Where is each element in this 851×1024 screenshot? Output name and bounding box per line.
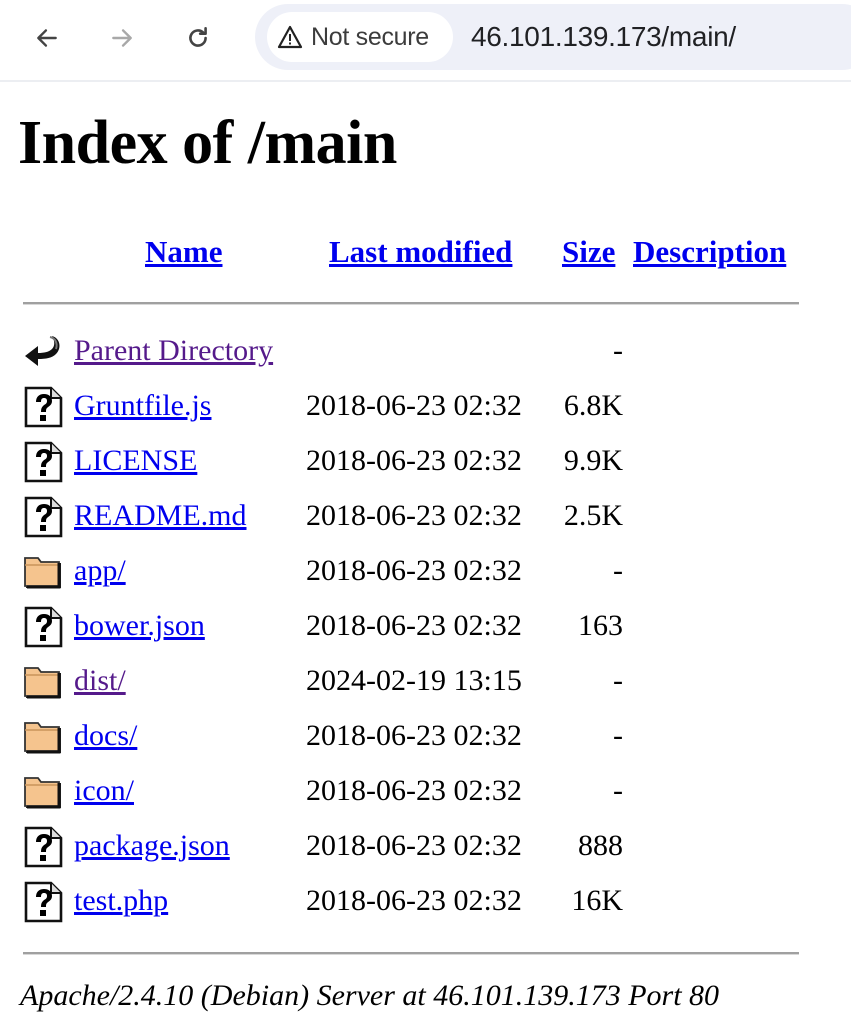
file-size: - [613, 334, 623, 367]
file-link[interactable]: Gruntfile.js [74, 389, 211, 423]
security-chip[interactable]: Not secure [267, 12, 453, 62]
file-row: package.json 2018-06-23 02:32 888 [0, 823, 851, 873]
file-link[interactable]: bower.json [74, 609, 205, 643]
file-size: 2.5K [563, 499, 623, 532]
file-row: dist/2024-02-19 13:15 - [0, 658, 851, 708]
file-link[interactable]: Parent Directory [74, 334, 273, 368]
sort-by-name-link[interactable]: Name [145, 234, 222, 270]
file-link[interactable]: docs/ [74, 719, 137, 753]
file-link[interactable]: dist/ [74, 664, 126, 698]
parent-directory-icon [22, 330, 66, 374]
file-size: 9.9K [563, 444, 623, 477]
file-row: LICENSE 2018-06-23 02:32 9.9K [0, 438, 851, 488]
file-size: - [613, 554, 623, 587]
sort-by-size-link[interactable]: Size [562, 234, 615, 270]
header-divider [23, 302, 799, 305]
browser-toolbar: Not secure 46.101.139.173/main/ [0, 0, 851, 82]
file-link[interactable]: app/ [74, 554, 126, 588]
unknown-file-icon [22, 495, 66, 539]
unknown-file-icon [22, 385, 66, 429]
footer-divider [23, 952, 799, 955]
sort-by-description-link[interactable]: Description [633, 234, 786, 270]
arrow-right-icon [112, 29, 132, 47]
file-size: - [613, 664, 623, 697]
arrow-left-icon [37, 29, 57, 47]
last-modified: 2018-06-23 02:32 [306, 884, 522, 917]
folder-icon [22, 660, 66, 704]
last-modified: 2018-06-23 02:32 [306, 389, 522, 422]
file-row: docs/2018-06-23 02:32 - [0, 713, 851, 763]
forward-button[interactable] [102, 18, 142, 58]
folder-icon [22, 550, 66, 594]
last-modified: 2018-06-23 02:32 [306, 554, 522, 587]
file-size: 6.8K [563, 389, 623, 422]
file-row: icon/2018-06-23 02:32 - [0, 768, 851, 818]
last-modified: 2018-06-23 02:32 [306, 774, 522, 807]
last-modified: 2018-06-23 02:32 [306, 719, 522, 752]
file-size: 16K [571, 884, 623, 917]
last-modified: 2024-02-19 13:15 [306, 664, 522, 697]
last-modified: 2018-06-23 02:32 [306, 444, 522, 477]
unknown-file-icon [22, 440, 66, 484]
unknown-file-icon [22, 880, 66, 924]
page-title: Index of /main [18, 109, 397, 177]
unknown-file-icon [22, 605, 66, 649]
reload-icon [189, 26, 207, 47]
file-size: 888 [578, 829, 623, 862]
file-size: - [613, 719, 623, 752]
file-row: README.md 2018-06-23 02:32 2.5K [0, 493, 851, 543]
reload-button[interactable] [178, 18, 218, 58]
server-signature: Apache/2.4.10 (Debian) Server at 46.101.… [20, 979, 720, 1012]
file-row: bower.json 2018-06-23 02:32 163 [0, 603, 851, 653]
unknown-file-icon [22, 825, 66, 869]
sort-by-last-modified-link[interactable]: Last modified [329, 234, 512, 270]
file-row: test.php 2018-06-23 02:32 16K [0, 878, 851, 928]
file-row: Parent Directory - [0, 328, 851, 378]
back-button[interactable] [27, 18, 67, 58]
last-modified: 2018-06-23 02:32 [306, 609, 522, 642]
url-text[interactable]: 46.101.139.173/main/ [471, 21, 736, 53]
file-row: Gruntfile.js 2018-06-23 02:32 6.8K [0, 383, 851, 433]
address-bar[interactable]: Not secure 46.101.139.173/main/ [255, 4, 851, 70]
file-size: - [613, 774, 623, 807]
file-link[interactable]: package.json [74, 829, 230, 863]
last-modified: 2018-06-23 02:32 [306, 499, 522, 532]
folder-icon [22, 715, 66, 759]
file-link[interactable]: icon/ [74, 774, 134, 808]
last-modified: 2018-06-23 02:32 [306, 829, 522, 862]
file-link[interactable]: test.php [74, 884, 168, 918]
security-label: Not secure [311, 22, 429, 51]
file-row: app/2018-06-23 02:32 - [0, 548, 851, 598]
file-link[interactable]: README.md [74, 499, 247, 533]
folder-icon [22, 770, 66, 814]
file-size: 163 [578, 609, 623, 642]
warning-triangle-icon [277, 25, 303, 49]
file-link[interactable]: LICENSE [74, 444, 197, 478]
